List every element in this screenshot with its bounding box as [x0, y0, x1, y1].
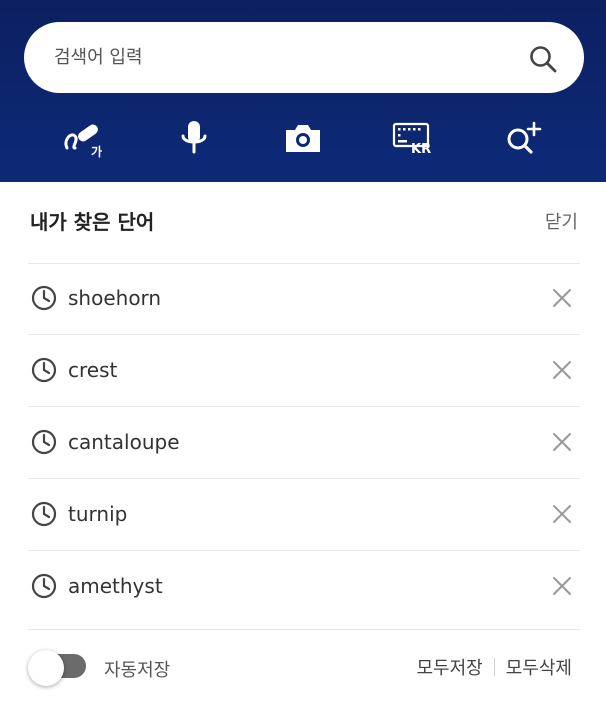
keyboard-input-button[interactable]: KR [383, 110, 443, 166]
search-bar[interactable] [24, 22, 584, 93]
auto-save-label: 자동저장 [104, 660, 171, 681]
remove-icon[interactable] [550, 358, 574, 382]
action-separator [493, 658, 495, 676]
history-word[interactable]: shoehorn [68, 286, 161, 310]
keyboard-icon: KR [392, 122, 431, 154]
history-title: 내가 찾은 단어 [30, 210, 155, 234]
input-method-toolbar: 가 KR [0, 110, 606, 166]
clock-icon [31, 429, 57, 455]
clock-icon [31, 357, 57, 383]
camera-icon [286, 125, 320, 152]
toggle-knob [28, 650, 64, 686]
footer-actions: 모두저장 모두삭제 [417, 654, 572, 680]
keyboard-badge: KR [411, 142, 431, 154]
remove-icon[interactable] [550, 286, 574, 310]
delete-all-button[interactable]: 모두삭제 [506, 654, 572, 680]
history-footer: 자동저장 모두저장 모두삭제 [28, 636, 580, 696]
search-input[interactable] [54, 22, 514, 93]
search-plus-icon [507, 121, 542, 154]
clock-icon [31, 285, 57, 311]
history-item[interactable]: crest [28, 334, 580, 406]
search-icon[interactable] [528, 44, 558, 74]
close-history-button[interactable]: 닫기 [545, 208, 578, 234]
clock-icon [31, 573, 57, 599]
divider [28, 629, 580, 630]
history-item[interactable]: shoehorn [28, 262, 580, 334]
history-word[interactable]: cantaloupe [68, 430, 180, 454]
history-item[interactable]: cantaloupe [28, 406, 580, 478]
microphone-icon [181, 121, 207, 154]
camera-search-button[interactable] [273, 110, 333, 166]
handwriting-button[interactable]: 가 [54, 110, 114, 166]
history-word[interactable]: amethyst [68, 574, 163, 598]
history-word[interactable]: turnip [68, 502, 127, 526]
voice-search-button[interactable] [164, 110, 224, 166]
remove-icon[interactable] [550, 502, 574, 526]
remove-icon[interactable] [550, 574, 574, 598]
save-all-button[interactable]: 모두저장 [417, 654, 483, 680]
auto-save-toggle[interactable] [28, 650, 88, 686]
history-item[interactable]: turnip [28, 478, 580, 550]
handwriting-icon: 가 [64, 124, 102, 158]
history-item[interactable]: amethyst [28, 550, 580, 622]
remove-icon[interactable] [550, 430, 574, 454]
add-search-button[interactable] [493, 110, 553, 166]
clock-icon [31, 501, 57, 527]
search-header: 가 [0, 0, 606, 182]
handwriting-badge: 가 [91, 144, 102, 158]
history-word[interactable]: crest [68, 358, 117, 382]
